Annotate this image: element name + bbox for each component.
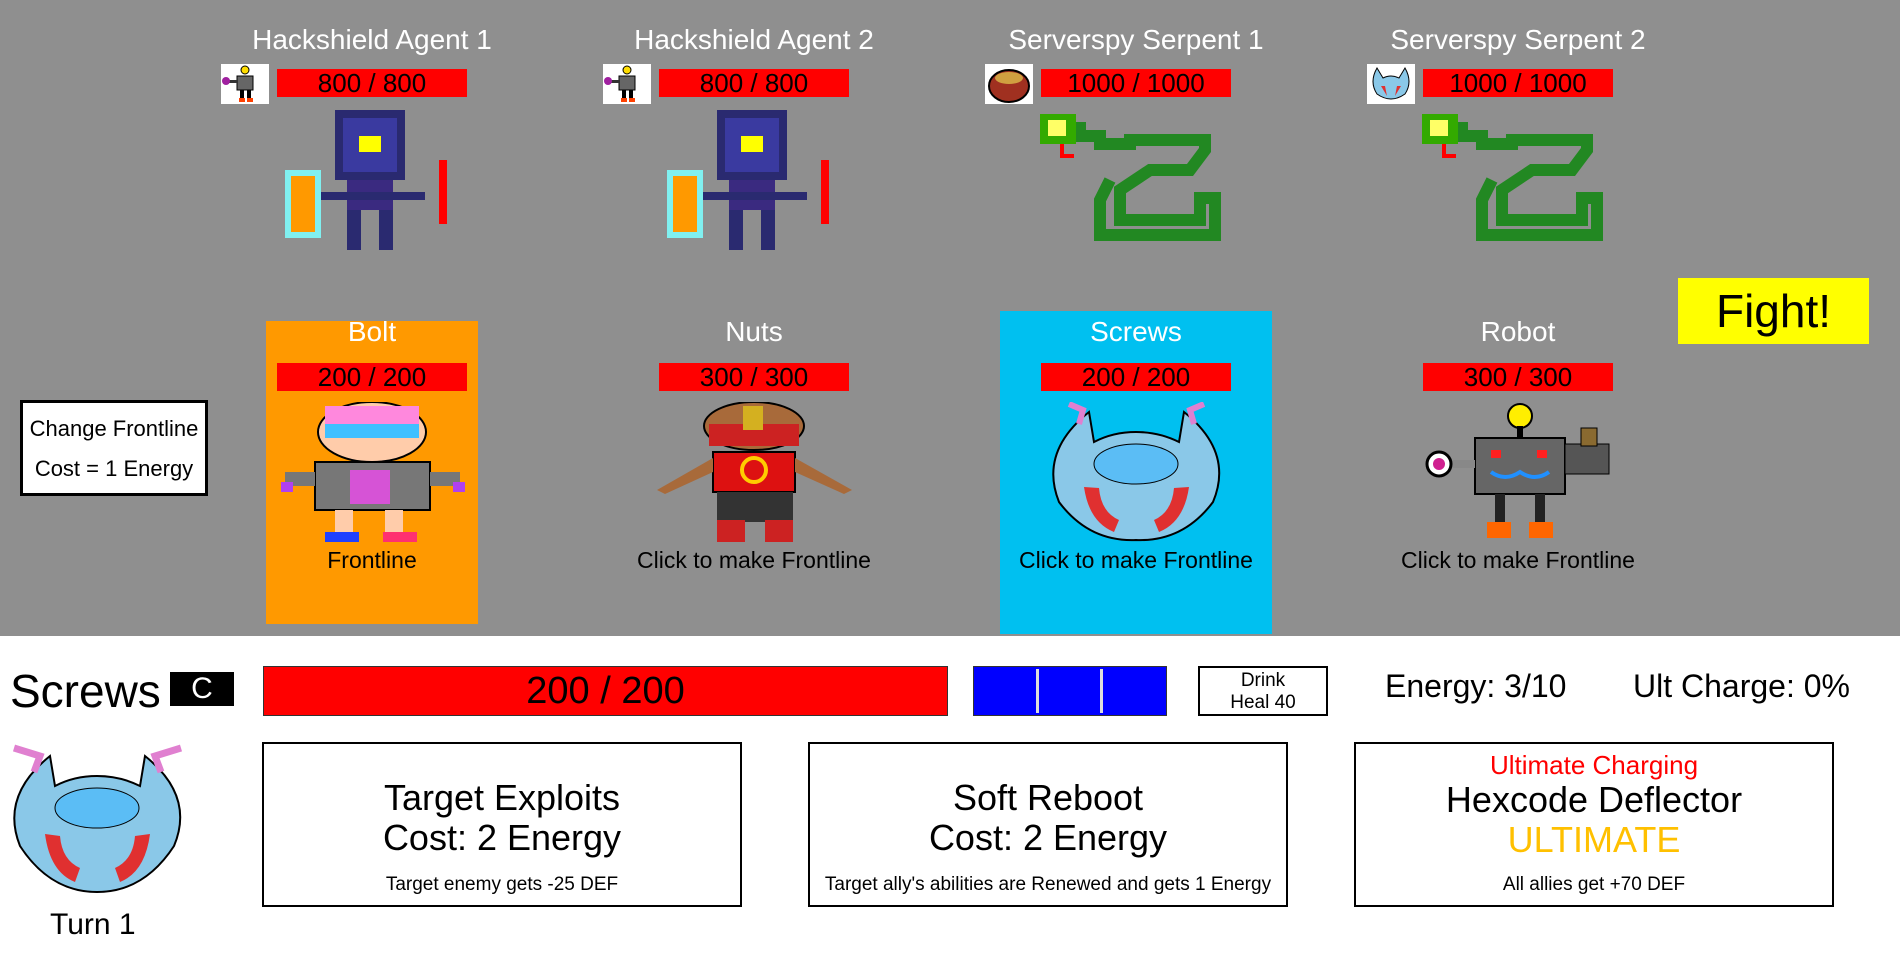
- hackshield-agent-sprite-1[interactable]: [285, 110, 455, 252]
- ally-hp-bar-nuts: 300 / 300: [659, 363, 849, 391]
- drink-button[interactable]: Drink Heal 40: [1198, 666, 1328, 716]
- change-frontline-label: Change Frontline: [29, 416, 199, 441]
- bolt-sprite[interactable]: [275, 402, 470, 544]
- ally-hp-bar-robot: 300 / 300: [1423, 363, 1613, 391]
- ally-status-screws[interactable]: Click to make Frontline: [976, 547, 1296, 574]
- ability-card-ultimate[interactable]: Ultimate Charging Hexcode Deflector ULTI…: [1354, 742, 1834, 907]
- ability-title: Hexcode Deflector: [1445, 779, 1743, 820]
- hackshield-agent-sprite-2[interactable]: [667, 110, 837, 252]
- screws-sprite[interactable]: [1039, 402, 1234, 544]
- ultimate-tag: ULTIMATE: [1507, 819, 1681, 860]
- ally-name-screws: Screws: [1090, 316, 1182, 347]
- ability-card-2[interactable]: Soft Reboot Cost: 2 Energy Target ally's…: [808, 742, 1288, 907]
- turn-counter: Turn 1: [50, 908, 136, 941]
- robot-portrait-icon: [221, 64, 269, 104]
- ability-title: Soft Reboot: [952, 777, 1144, 818]
- selected-character-portrait: [12, 744, 183, 894]
- robot-portrait-icon: [603, 64, 651, 104]
- drink-label: Drink: [1240, 670, 1286, 691]
- ally-name-bolt: Bolt: [347, 316, 397, 347]
- energy-divider: [1036, 669, 1039, 713]
- hotkey-badge: C: [170, 672, 234, 706]
- ability-description: Target ally's abilities are Renewed and …: [824, 874, 1272, 895]
- ability-cost: Cost: 2 Energy: [928, 817, 1168, 858]
- energy-counter: Energy: 3/10: [1385, 668, 1567, 704]
- serverspy-serpent-sprite-1[interactable]: [1040, 110, 1235, 252]
- selected-hp-bar: 200 / 200: [263, 666, 948, 716]
- selected-energy-bar: [973, 666, 1167, 716]
- change-frontline-cost: Cost = 1 Energy: [34, 456, 194, 481]
- ability-title: Target Exploits: [383, 777, 621, 818]
- ally-name-nuts: Nuts: [725, 316, 783, 347]
- ally-hp-bar-bolt: 200 / 200: [277, 363, 467, 391]
- robot-sprite[interactable]: [1421, 402, 1616, 544]
- ally-hp-bar-screws: 200 / 200: [1041, 363, 1231, 391]
- serverspy-serpent-sprite-2[interactable]: [1422, 110, 1617, 252]
- enemy-hp-bar-1: 800 / 800: [277, 69, 467, 97]
- enemy-hp-bar-2: 800 / 800: [659, 69, 849, 97]
- ability-card-1[interactable]: Target Exploits Cost: 2 Energy Target en…: [262, 742, 742, 907]
- battle-arena: Hackshield Agent 1 800 / 800 Hackshield …: [0, 0, 1900, 636]
- selected-character-name: Screws: [10, 665, 161, 717]
- change-frontline-button[interactable]: Change Frontline Cost = 1 Energy: [20, 400, 208, 496]
- enemy-name-4: Serverspy Serpent 2: [1390, 24, 1646, 55]
- ally-status-nuts[interactable]: Click to make Frontline: [594, 547, 914, 574]
- ally-name-robot: Robot: [1480, 316, 1556, 347]
- screws-portrait-icon: [1367, 64, 1415, 104]
- enemy-name-3: Serverspy Serpent 1: [1008, 24, 1264, 55]
- ally-status-robot[interactable]: Click to make Frontline: [1358, 547, 1678, 574]
- enemy-name-2: Hackshield Agent 2: [634, 24, 874, 55]
- bowl-portrait-icon: [985, 64, 1033, 104]
- ability-cost: Cost: 2 Energy: [382, 817, 622, 858]
- fight-button[interactable]: Fight!: [1678, 278, 1869, 344]
- ultimate-status: Ultimate Charging: [1489, 750, 1699, 780]
- enemy-hp-bar-4: 1000 / 1000: [1423, 69, 1613, 97]
- enemy-name-1: Hackshield Agent 1: [252, 24, 492, 55]
- energy-divider: [1100, 669, 1103, 713]
- ability-description: Target enemy gets -25 DEF: [385, 874, 619, 895]
- nuts-sprite[interactable]: [657, 402, 852, 544]
- ability-description: All allies get +70 DEF: [1502, 874, 1686, 895]
- ally-status-bolt: Frontline: [327, 547, 417, 573]
- ult-charge-counter: Ult Charge: 0%: [1633, 668, 1850, 704]
- enemy-hp-bar-3: 1000 / 1000: [1041, 69, 1231, 97]
- drink-heal: Heal 40: [1230, 692, 1296, 713]
